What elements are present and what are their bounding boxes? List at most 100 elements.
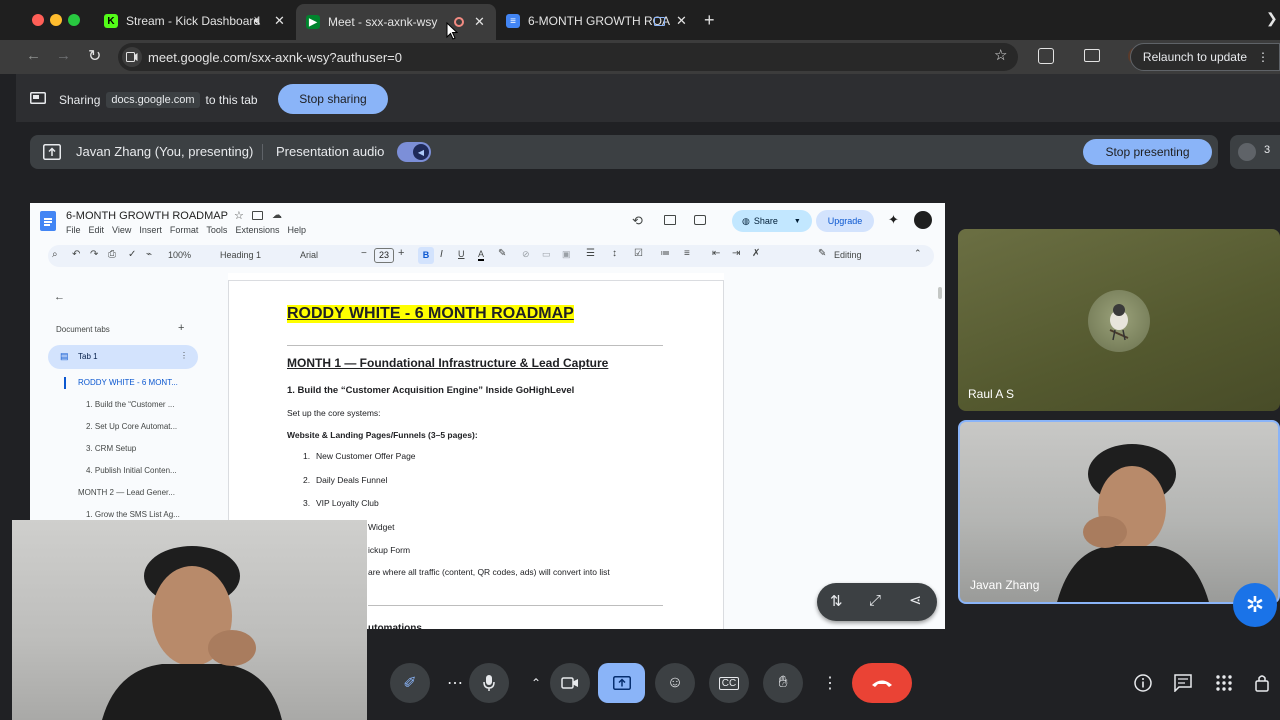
tab-search-icon[interactable]: ❯ bbox=[1266, 10, 1278, 27]
decrease-indent-icon[interactable]: ⇤ bbox=[712, 248, 720, 259]
menu-insert[interactable]: Insert bbox=[139, 225, 162, 235]
italic-button[interactable]: I bbox=[440, 249, 443, 260]
menu-file[interactable]: File bbox=[66, 225, 81, 235]
close-tab-icon[interactable]: ✕ bbox=[274, 13, 285, 29]
forward-icon[interactable]: → bbox=[56, 47, 71, 64]
increase-indent-icon[interactable]: ⇥ bbox=[732, 248, 740, 259]
line-spacing-icon[interactable]: ↕ bbox=[612, 248, 617, 259]
more-options-button[interactable]: ⋮ bbox=[810, 663, 850, 703]
raise-hand-button[interactable]: ✋︎ bbox=[763, 663, 803, 703]
tab-1-item[interactable]: ▤ Tab 1 ⋮ bbox=[48, 345, 198, 369]
leave-call-button[interactable] bbox=[852, 663, 912, 703]
close-window-button[interactable] bbox=[32, 14, 44, 26]
insert-link-icon[interactable]: ⊘ bbox=[522, 249, 530, 260]
redo-icon[interactable]: ↷ bbox=[90, 249, 98, 260]
meet-present-icon[interactable] bbox=[694, 215, 706, 225]
outline-item[interactable]: 1. Grow the SMS List Ag... bbox=[86, 510, 180, 519]
undo-icon[interactable]: ↶ bbox=[72, 249, 80, 260]
reactions-button[interactable]: ☺ bbox=[655, 663, 695, 703]
outline-item[interactable]: RODDY WHITE - 6 MONT... bbox=[78, 378, 178, 387]
menu-format[interactable]: Format bbox=[170, 225, 199, 235]
stop-presenting-button[interactable]: Stop presenting bbox=[1083, 139, 1212, 165]
site-info-icon[interactable] bbox=[122, 47, 142, 67]
self-view-camera[interactable] bbox=[12, 520, 367, 720]
cast-icon[interactable] bbox=[1084, 49, 1100, 62]
menu-tools[interactable]: Tools bbox=[206, 225, 227, 235]
effects-button[interactable]: ✐ bbox=[390, 663, 430, 703]
follow-scroll-icon[interactable]: ⇅ bbox=[830, 592, 843, 610]
editing-mode-select[interactable]: Editing bbox=[834, 250, 862, 260]
bulleted-list-icon[interactable]: ≔ bbox=[660, 248, 670, 259]
bold-button[interactable]: B bbox=[418, 247, 434, 264]
reload-icon[interactable]: ↻ bbox=[88, 46, 101, 66]
share-button[interactable]: ◍ Share ▼ bbox=[732, 210, 812, 232]
gemini-icon[interactable]: ✦ bbox=[888, 212, 899, 228]
host-controls-button[interactable] bbox=[1246, 663, 1280, 703]
document-title[interactable]: 6-MONTH GROWTH ROADMAP bbox=[66, 210, 228, 222]
presentation-audio-toggle[interactable]: ◀ bbox=[397, 142, 431, 162]
fullscreen-icon[interactable]: ⤢ bbox=[869, 592, 881, 609]
bookmark-star-icon[interactable]: ☆ bbox=[994, 46, 1007, 64]
comments-icon[interactable] bbox=[664, 215, 676, 225]
style-select[interactable]: Heading 1 bbox=[220, 250, 261, 260]
present-screen-button[interactable] bbox=[598, 663, 645, 703]
close-tab-icon[interactable]: ✕ bbox=[676, 13, 687, 29]
align-icon[interactable]: ☰ bbox=[586, 248, 595, 259]
paint-format-icon[interactable]: ⌁ bbox=[146, 249, 152, 260]
camera-button[interactable] bbox=[550, 663, 590, 703]
move-folder-icon[interactable] bbox=[252, 211, 263, 220]
menu-view[interactable]: View bbox=[112, 225, 131, 235]
menu-edit[interactable]: Edit bbox=[89, 225, 105, 235]
increase-font-size-icon[interactable]: + bbox=[398, 247, 404, 259]
zoom-select[interactable]: 100% bbox=[168, 250, 191, 260]
participant-tile-raul[interactable]: Raul A S bbox=[958, 229, 1280, 411]
participants-indicator[interactable]: 3 bbox=[1230, 135, 1280, 169]
upgrade-button[interactable]: Upgrade bbox=[816, 210, 874, 232]
outline-item[interactable]: 2. Set Up Core Automat... bbox=[86, 422, 177, 431]
account-avatar[interactable] bbox=[914, 211, 932, 229]
tab-options-icon[interactable]: ⋮ bbox=[180, 351, 188, 360]
underline-button[interactable]: U bbox=[458, 249, 465, 259]
captions-button[interactable]: CC bbox=[709, 663, 749, 703]
outline-item[interactable]: 4. Publish Initial Conten... bbox=[86, 466, 177, 475]
tab-google-doc[interactable]: ≡ 6-MONTH GROWTH ROA ✕ bbox=[498, 6, 698, 36]
outline-item[interactable]: 3. CRM Setup bbox=[86, 444, 136, 453]
maximize-window-button[interactable] bbox=[68, 14, 80, 26]
outline-item[interactable]: MONTH 2 — Lead Gener... bbox=[78, 488, 175, 497]
print-icon[interactable]: ⎙ bbox=[108, 249, 116, 260]
share-icon[interactable]: ⋖ bbox=[909, 591, 922, 609]
highlight-color-icon[interactable]: ✎ bbox=[498, 248, 506, 259]
tab-meet[interactable]: ▶ Meet - sxx-axnk-wsy ✕ bbox=[296, 4, 496, 40]
spellcheck-icon[interactable]: ✓ bbox=[128, 249, 136, 260]
search-menus-icon[interactable]: ⌕ bbox=[52, 249, 58, 260]
outline-item[interactable]: 1. Build the “Customer ... bbox=[86, 400, 174, 409]
new-tab-icon[interactable]: + bbox=[704, 10, 715, 31]
menu-extensions[interactable]: Extensions bbox=[235, 225, 279, 235]
stop-sharing-button[interactable]: Stop sharing bbox=[278, 84, 388, 114]
numbered-list-icon[interactable]: ≡ bbox=[684, 248, 690, 259]
participant-tile-javan[interactable]: Javan Zhang bbox=[958, 420, 1280, 604]
checklist-icon[interactable]: ☑ bbox=[634, 248, 643, 259]
docs-logo-icon[interactable] bbox=[40, 211, 56, 231]
activities-icon[interactable]: ✲ bbox=[1233, 583, 1277, 627]
meeting-details-button[interactable] bbox=[1123, 663, 1163, 703]
minimize-window-button[interactable] bbox=[50, 14, 62, 26]
chat-button[interactable] bbox=[1163, 663, 1203, 703]
add-comment-icon[interactable]: ▭ bbox=[542, 249, 551, 260]
menu-help[interactable]: Help bbox=[287, 225, 306, 235]
address-bar[interactable]: meet.google.com/sxx-axnk-wsy?authuser=0 … bbox=[118, 43, 1018, 71]
add-tab-icon[interactable]: + bbox=[178, 322, 184, 334]
insert-image-icon[interactable]: ▣ bbox=[562, 249, 571, 260]
microphone-button[interactable] bbox=[469, 663, 509, 703]
scrollbar-thumb[interactable] bbox=[938, 287, 942, 299]
font-select[interactable]: Arial bbox=[300, 250, 318, 260]
clear-formatting-icon[interactable]: ✗ bbox=[752, 248, 760, 259]
decrease-font-size-icon[interactable]: − bbox=[361, 248, 367, 259]
close-tab-icon[interactable]: ✕ bbox=[474, 14, 485, 30]
tab-kick-dashboard[interactable]: K Stream - Kick Dashboard 🔇︎ ✕ bbox=[96, 6, 292, 36]
back-arrow-icon[interactable]: ← bbox=[54, 291, 65, 303]
back-icon[interactable]: ← bbox=[26, 47, 41, 64]
text-color-button[interactable]: A bbox=[478, 249, 485, 261]
collapse-menus-icon[interactable]: ⌃ bbox=[914, 248, 922, 259]
activities-button[interactable] bbox=[1204, 663, 1244, 703]
